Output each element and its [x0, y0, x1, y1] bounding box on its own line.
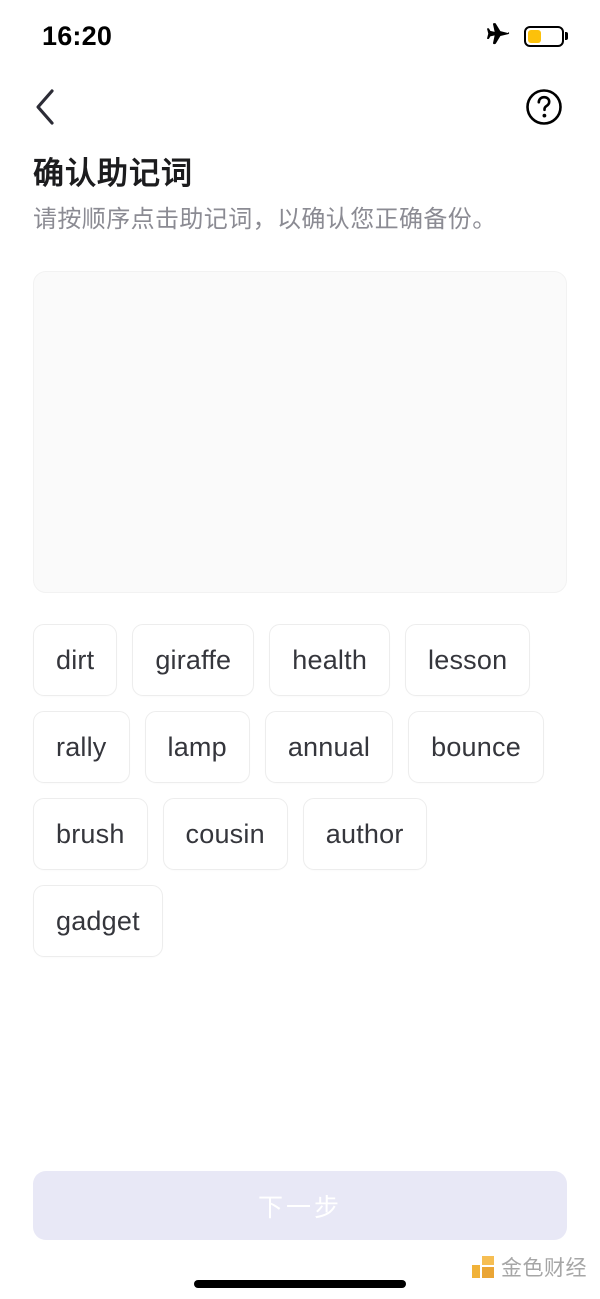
battery-low-icon: [524, 25, 568, 47]
back-button[interactable]: [22, 85, 68, 131]
word-chip[interactable]: lamp: [144, 711, 250, 783]
page-subtitle: 请按顺序点击助记词，以确认您正确备份。: [33, 206, 497, 234]
status-indicators: [485, 21, 568, 52]
word-chip[interactable]: bounce: [408, 711, 544, 783]
next-button[interactable]: 下一步: [33, 1171, 567, 1240]
airplane-mode-icon: [485, 21, 511, 52]
question-circle-icon: [524, 87, 564, 130]
heading-block: 确认助记词 请按顺序点击助记词，以确认您正确备份。: [33, 155, 573, 235]
help-button[interactable]: [521, 85, 567, 131]
word-chip[interactable]: dirt: [33, 624, 118, 696]
word-chip[interactable]: gadget: [33, 885, 163, 957]
status-bar: 16:20: [0, 0, 600, 72]
word-chip[interactable]: brush: [33, 798, 148, 870]
word-chip[interactable]: rally: [33, 711, 130, 783]
page-title: 确认助记词: [33, 156, 193, 191]
word-pool: dirt giraffe health lesson rally lamp annual bo…: [33, 624, 567, 957]
word-chip[interactable]: author: [302, 798, 427, 870]
selected-words-area[interactable]: [33, 271, 567, 593]
word-chip[interactable]: cousin: [162, 798, 288, 870]
nav-bar: [0, 72, 600, 144]
word-chip[interactable]: lesson: [405, 624, 531, 696]
home-indicator: [194, 1280, 406, 1288]
word-chip[interactable]: annual: [264, 711, 394, 783]
word-chip[interactable]: giraffe: [132, 624, 255, 696]
watermark-text: 金色财经: [501, 1257, 587, 1280]
chevron-left-icon: [32, 87, 58, 130]
status-time: 16:20: [42, 20, 113, 51]
word-chip[interactable]: health: [269, 624, 391, 696]
jinse-logo-icon: [472, 1256, 494, 1278]
watermark: 金色财经: [472, 1252, 587, 1282]
phone-screen: 16:20 确认助记词 请按顺序点击助记词，以确认您正确备份。 dirt gir…: [0, 0, 600, 1299]
